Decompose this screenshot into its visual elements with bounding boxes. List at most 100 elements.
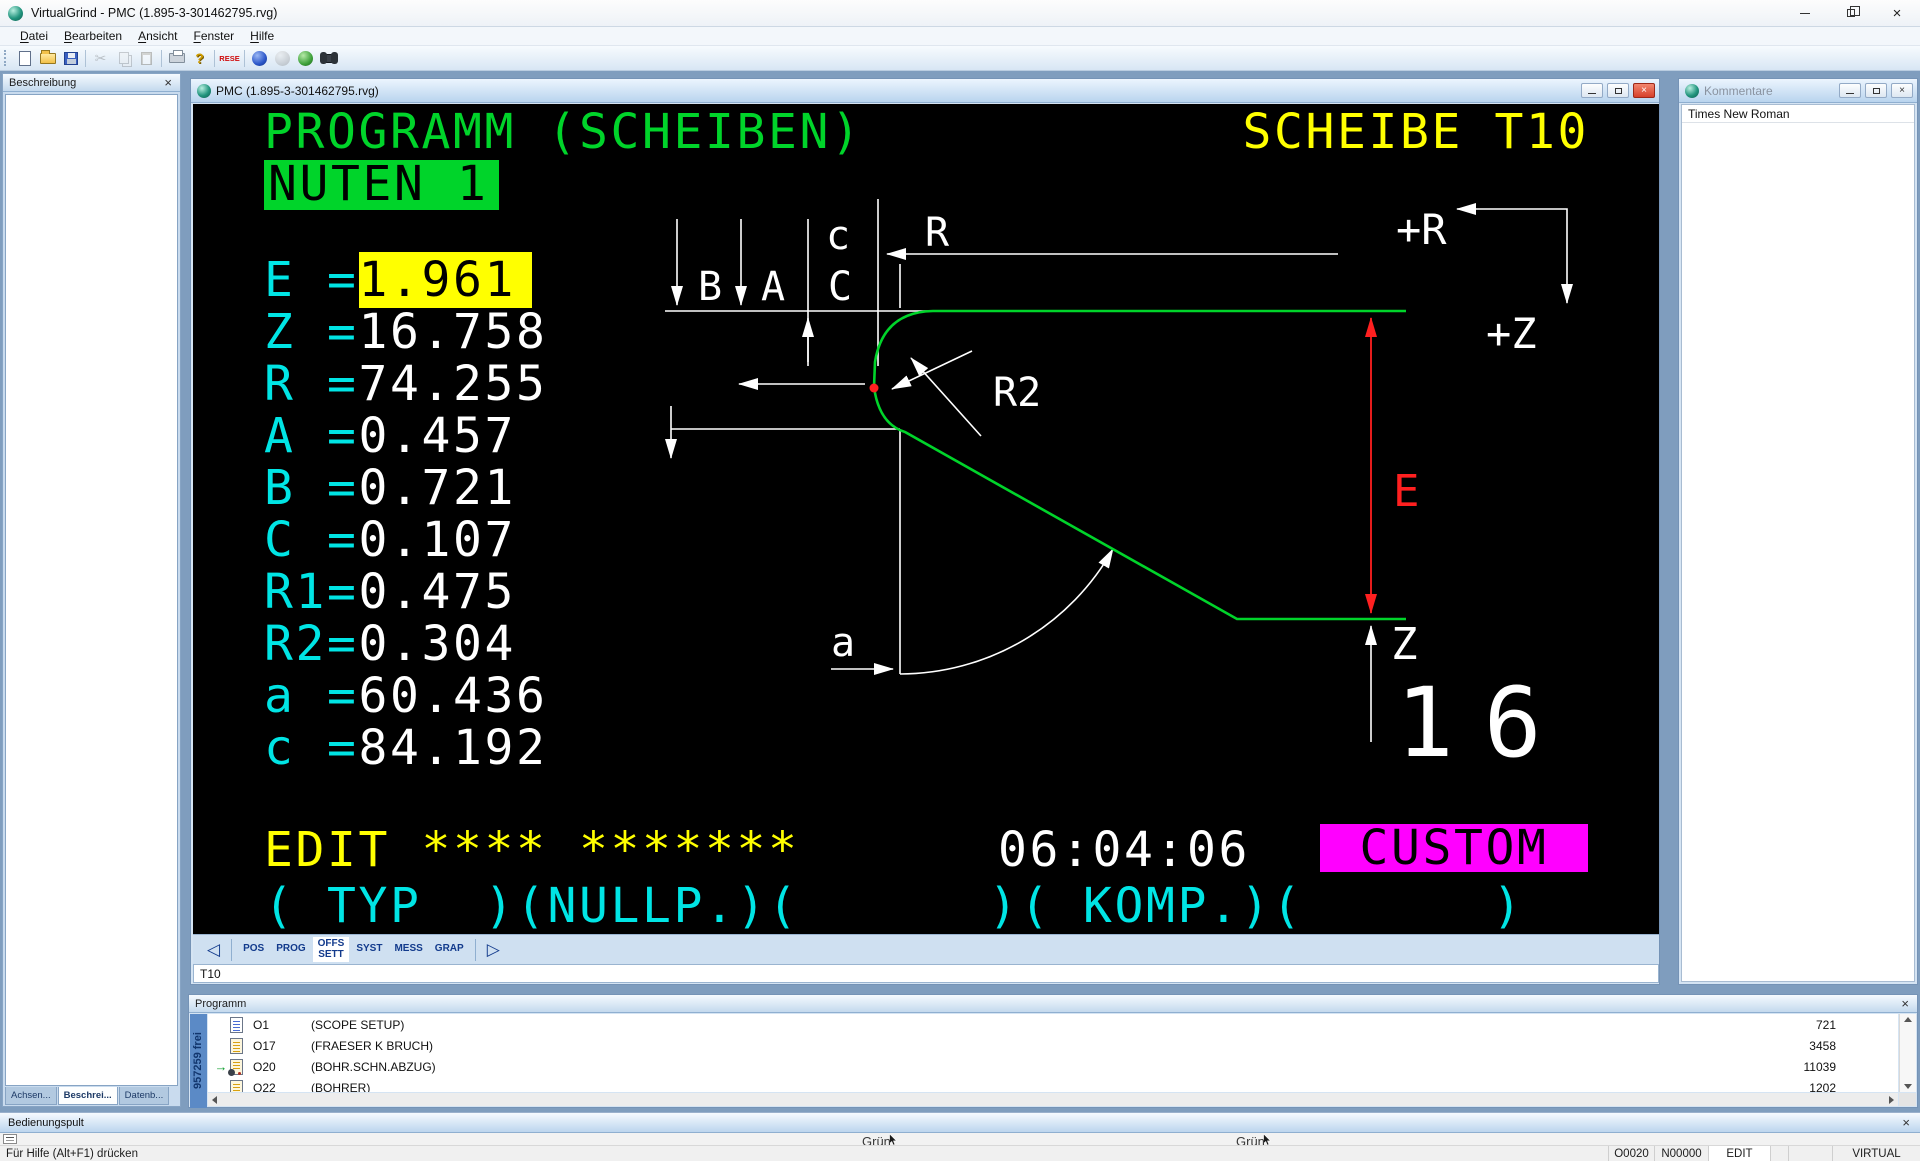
param-value: 1.961 [359,252,533,308]
comment-font-row[interactable]: Times New Roman [1682,105,1914,123]
program-size: 3458 [1809,1039,1836,1053]
param-row-r1: R1=0.475 [264,566,548,618]
pmc-window: PMC (1.895-3-301462795.rvg) × PROGRAMM (… [190,78,1660,985]
wheel-title: SCHEIBE T10 [1243,108,1589,156]
comments-restore-button[interactable] [1865,83,1887,98]
reset-button[interactable]: RESE [218,48,241,69]
new-file-button[interactable] [13,48,36,69]
paste-icon [141,52,152,65]
label-R: R [925,210,950,256]
help-icon: ? [195,50,204,66]
program-row-o1[interactable]: O1(SCOPE SETUP)721 [208,1014,1898,1035]
close-icon: × [1899,86,1905,96]
comments-title-bar[interactable]: Kommentare × [1679,79,1917,103]
virtualgrind-blue-button[interactable] [248,48,271,69]
scrollbar-corner [1899,1093,1916,1106]
comments-minimize-button[interactable] [1839,83,1861,98]
pmc-title-bar[interactable]: PMC (1.895-3-301462795.rvg) × [191,79,1659,103]
virtualgrind-green-button[interactable] [294,48,317,69]
open-file-button[interactable] [36,48,59,69]
program-panel-close-icon[interactable]: × [1899,998,1911,1009]
toolbar: ✂? RESE [0,46,1920,71]
param-row-c: c =84.192 [264,722,548,774]
menu-item-datei[interactable]: Datei [12,28,56,44]
clipped-label: Grün [862,1133,891,1145]
restore-icon [1615,88,1622,94]
softkey-prog[interactable]: PROG [271,942,310,957]
description-panel: Beschreibung × Achsen...Beschrei...Daten… [2,73,181,1107]
param-row-a: a =60.436 [264,670,548,722]
minimize-icon [1588,93,1596,94]
description-panel-title: Beschreibung [9,77,76,89]
description-panel-close-icon[interactable]: × [162,77,174,88]
control-panel-close-icon[interactable]: × [1900,1117,1912,1128]
copy-button[interactable] [112,48,135,69]
label-c: c [826,213,850,259]
scroll-up-icon[interactable] [1904,1017,1912,1022]
virtualgrind-gray-button[interactable] [271,48,294,69]
toolbar-grip-icon[interactable] [4,50,9,66]
program-panel-header[interactable]: Programm × [189,995,1917,1013]
program-number: O22 [253,1081,311,1093]
control-panel-header[interactable]: Bedienungspult × [0,1113,1920,1133]
minimize-button[interactable] [1782,0,1828,26]
program-row-o22[interactable]: O22(BOHRER)1202 [208,1077,1898,1092]
program-vertical-scrollbar[interactable] [1899,1014,1916,1092]
scroll-right-icon[interactable] [1889,1096,1894,1104]
comments-title: Kommentare [1704,84,1773,98]
menu-item-hilfe[interactable]: Hilfe [242,28,282,44]
tab-beschrei[interactable]: Beschrei... [58,1087,118,1105]
program-row-o20[interactable]: →O20(BOHR.SCHN.ABZUG)11039 [208,1056,1898,1077]
clipped-label: Grün [1236,1133,1265,1145]
label-a: a [831,620,855,666]
mdi-input[interactable] [193,964,1659,983]
comments-window-icon [1685,84,1699,98]
close-button[interactable]: × [1874,0,1920,26]
tab-datenb[interactable]: Datenb... [119,1087,170,1105]
scroll-down-icon[interactable] [1904,1084,1912,1089]
softkey-mess[interactable]: MESS [389,942,427,957]
restore-button[interactable] [1828,0,1874,26]
paste-button[interactable] [135,48,158,69]
construction-lines [665,199,1567,742]
mode-label: NUTEN 1 [264,160,499,210]
status-cell-empty-4 [1788,1146,1832,1161]
comments-body[interactable]: Times New Roman [1681,104,1915,982]
scroll-left-icon[interactable] [212,1096,217,1104]
pmc-restore-button[interactable] [1607,83,1629,98]
description-panel-header[interactable]: Beschreibung × [3,74,180,92]
program-horizontal-scrollbar[interactable] [208,1093,1898,1106]
softkey-grap[interactable]: GRAP [430,942,469,957]
print-button[interactable] [165,48,188,69]
virtualgrind-gray-icon [275,51,290,66]
program-description: (BOHR.SCHN.ABZUG) [311,1060,1898,1074]
title-bar[interactable]: VirtualGrind - PMC (1.895-3-301462795.rv… [0,0,1920,27]
softkey-next-icon[interactable]: ▷ [481,941,506,958]
softkey-pos[interactable]: POS [238,942,269,957]
menu-item-bearbeiten[interactable]: Bearbeiten [56,28,130,44]
cut-button[interactable]: ✂ [89,48,112,69]
save-file-button[interactable] [59,48,82,69]
comments-close-button[interactable]: × [1891,83,1913,98]
cut-icon: ✂ [95,50,107,67]
param-value: 0.475 [359,564,517,620]
softkey-syst[interactable]: SYST [351,942,387,957]
menu-item-ansicht[interactable]: Ansicht [130,28,185,44]
help-button[interactable]: ? [188,48,211,69]
tab-achsen[interactable]: Achsen... [5,1087,57,1105]
pmc-close-button[interactable]: × [1633,83,1655,98]
search-binoculars-button[interactable] [317,48,340,69]
left-panel-tabs: Achsen...Beschrei...Datenb... [5,1087,170,1105]
program-description: (SCOPE SETUP) [311,1018,1898,1032]
program-size: 1202 [1809,1081,1836,1093]
application-window: VirtualGrind - PMC (1.895-3-301462795.rv… [0,0,1920,1161]
comments-panel: Kommentare × Times New Roman [1678,78,1918,985]
status-bar: Für Hilfe (Alt+F1) drücken O0020N00000ED… [0,1145,1920,1161]
menu-item-fenster[interactable]: Fenster [185,28,242,44]
pmc-minimize-button[interactable] [1581,83,1603,98]
param-value: 60.436 [359,668,548,724]
description-panel-body[interactable] [5,94,178,1086]
program-row-o17[interactable]: O17(FRAESER K BRUCH)3458 [208,1035,1898,1056]
softkey-offs[interactable]: OFFSSETT [313,937,350,962]
softkey-prev-icon[interactable]: ◁ [201,941,226,958]
